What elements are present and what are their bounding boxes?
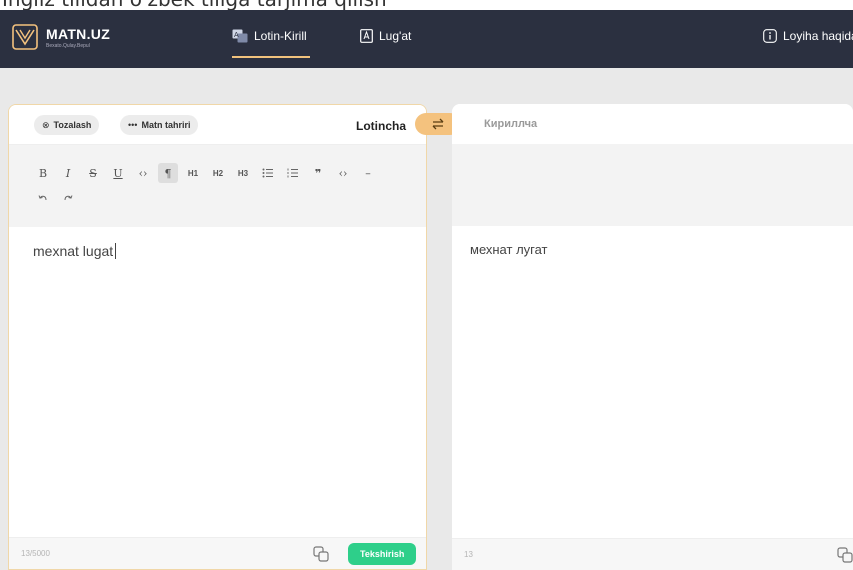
output-character-counter: 13 bbox=[464, 550, 473, 559]
strikethrough-button[interactable]: S bbox=[83, 163, 103, 183]
formatting-toolbar: B I S U ‹› ¶ H1 H2 H3 ❞ ‹› – bbox=[9, 145, 426, 227]
cyrillic-panel-header: Кириллча bbox=[452, 104, 853, 144]
horizontal-rule-button[interactable]: – bbox=[358, 163, 378, 183]
bullet-list-button[interactable] bbox=[258, 163, 278, 183]
cyrillic-output-text: мехнат лугат bbox=[470, 242, 548, 257]
check-button[interactable]: Tekshirish bbox=[348, 543, 417, 565]
character-counter: 13/5000 bbox=[21, 549, 50, 558]
swap-arrows-icon bbox=[432, 118, 444, 130]
nav-about-label: Loyiha haqida bbox=[783, 29, 853, 43]
latin-text-editor[interactable]: mexnat lugat bbox=[33, 243, 117, 259]
bold-button[interactable]: B bbox=[33, 163, 53, 183]
undo-icon bbox=[38, 195, 47, 201]
dictionary-icon bbox=[360, 29, 373, 43]
inline-code-button[interactable]: ‹› bbox=[133, 163, 153, 183]
blockquote-button[interactable]: ❞ bbox=[308, 163, 328, 183]
italic-button[interactable]: I bbox=[58, 163, 78, 183]
active-tab-indicator bbox=[232, 56, 310, 58]
copy-icon[interactable] bbox=[312, 545, 330, 563]
info-icon bbox=[763, 29, 777, 43]
clear-icon: ⊗ bbox=[42, 119, 50, 130]
nav-lotin-kirill-label: Lotin-Kirill bbox=[254, 29, 307, 43]
brand-tagline: Bexato.Qulay.Bepul bbox=[46, 42, 90, 49]
code-block-button[interactable]: ‹› bbox=[333, 163, 353, 183]
brand-title: MATN.UZ bbox=[46, 25, 111, 42]
undo-button[interactable] bbox=[33, 189, 53, 209]
logo-icon bbox=[12, 24, 38, 50]
input-text: mexnat lugat bbox=[33, 243, 114, 259]
nav-about[interactable]: Loyiha haqida bbox=[763, 29, 853, 43]
redo-icon bbox=[64, 195, 73, 201]
svg-text:A: A bbox=[234, 32, 239, 39]
clear-button[interactable]: ⊗ Tozalash bbox=[34, 115, 100, 135]
nav-lotin-kirill[interactable]: A Lotin-Kirill bbox=[232, 29, 307, 43]
nav-lugat[interactable]: Lug'at bbox=[360, 29, 411, 43]
cyrillic-panel-footer: 13 bbox=[452, 538, 853, 570]
text-edit-button[interactable]: ••• Matn tahriri bbox=[120, 115, 199, 135]
paragraph-button[interactable]: ¶ bbox=[158, 163, 178, 183]
cyrillic-output-panel: Кириллча мехнат лугат 13 bbox=[452, 104, 853, 570]
target-language-label: Кириллча bbox=[484, 118, 538, 130]
cyrillic-panel-toolbar-area bbox=[452, 144, 853, 226]
translate-icon: A bbox=[232, 29, 248, 43]
text-caret bbox=[115, 243, 117, 259]
top-clipped-text-strip: Ingliz tilidan o'zbek tiliga tarjima qil… bbox=[0, 0, 853, 10]
latin-input-panel: ⊗ Tozalash ••• Matn tahriri Lotincha B I… bbox=[8, 104, 427, 570]
more-dots-icon: ••• bbox=[128, 120, 138, 130]
ordered-list-icon bbox=[287, 168, 298, 178]
latin-panel-header: ⊗ Tozalash ••• Matn tahriri Lotincha bbox=[9, 105, 426, 145]
nav-lugat-label: Lug'at bbox=[379, 29, 412, 43]
clipped-heading: Ingliz tilidan o'zbek tiliga tarjima qil… bbox=[2, 0, 387, 10]
bullet-list-icon bbox=[262, 168, 273, 178]
source-language-label: Lotincha bbox=[356, 119, 406, 133]
clear-label: Tozalash bbox=[53, 120, 92, 130]
latin-panel-footer: 13/5000 Tekshirish bbox=[9, 537, 426, 569]
copy-output-icon[interactable] bbox=[836, 546, 853, 564]
navbar: MATN.UZ Bexato.Qulay.Bepul A Lotin-Kiril… bbox=[0, 10, 853, 68]
text-edit-label: Matn tahriri bbox=[141, 120, 191, 130]
brand-logo[interactable]: MATN.UZ Bexato.Qulay.Bepul bbox=[12, 24, 110, 50]
heading3-button[interactable]: H3 bbox=[233, 163, 253, 183]
ordered-list-button[interactable] bbox=[283, 163, 303, 183]
heading2-button[interactable]: H2 bbox=[208, 163, 228, 183]
underline-button[interactable]: U bbox=[108, 163, 128, 183]
heading1-button[interactable]: H1 bbox=[183, 163, 203, 183]
redo-button[interactable] bbox=[58, 189, 78, 209]
